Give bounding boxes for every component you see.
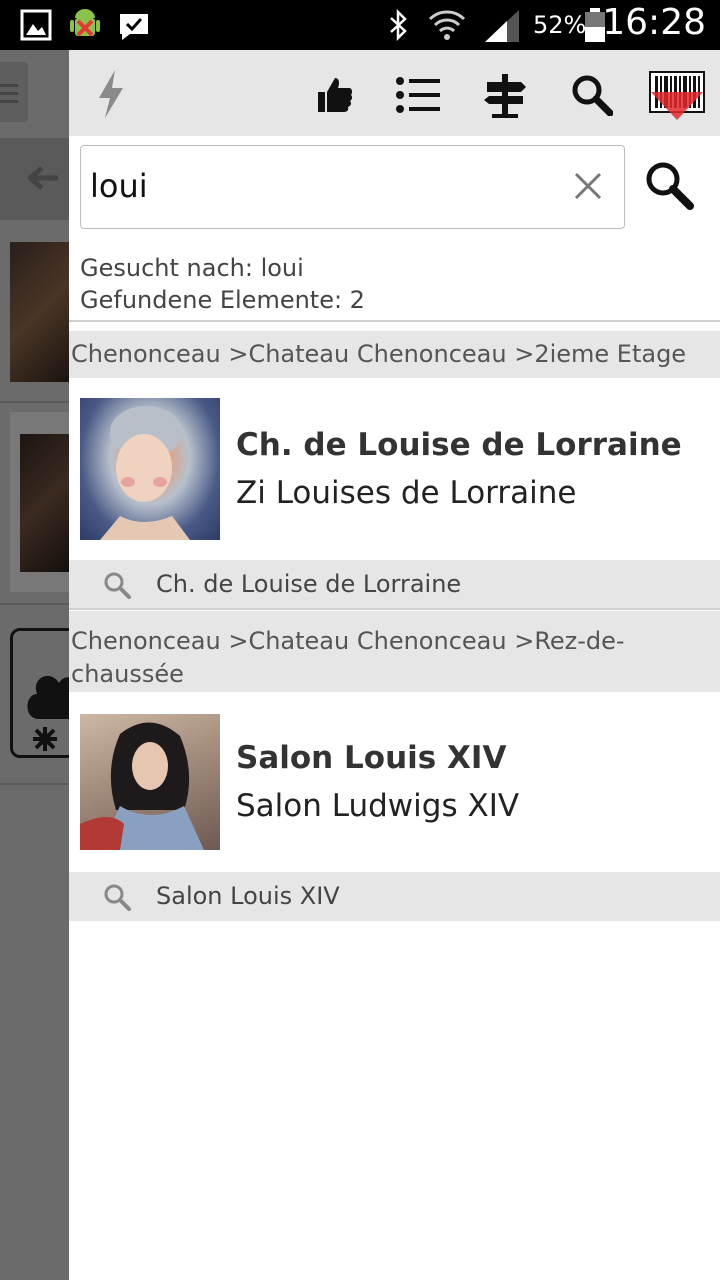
android-debug-icon (67, 6, 103, 48)
result-search-label: Ch. de Louise de Lorraine (156, 570, 462, 598)
wifi-icon (427, 7, 467, 47)
gallery-icon (20, 9, 52, 45)
search-icon (103, 571, 131, 603)
search-icon[interactable] (571, 74, 614, 120)
result-title: Salon Louis XIV (236, 740, 507, 776)
divider (69, 608, 720, 610)
found-items-count: Gefundene Elemente: 2 (80, 286, 365, 314)
status-bar: 52% 16:28 (0, 0, 720, 50)
result-thumbnail (80, 398, 220, 540)
list-icon[interactable] (395, 76, 441, 118)
result-subtitle: Salon Ludwigs XIV (236, 788, 520, 824)
result-subtitle: Zi Louises de Lorraine (236, 475, 577, 511)
result-item[interactable]: Ch. de Louise de Lorraine Zi Louises de … (69, 380, 720, 558)
searched-for-label: Gesucht nach: loui (80, 254, 304, 282)
result-item[interactable]: Salon Louis XIV Salon Ludwigs XIV (69, 692, 720, 870)
divider (69, 320, 720, 322)
background-thumbnail (10, 242, 69, 382)
thumbs-up-icon[interactable] (312, 74, 354, 120)
result-search-row[interactable]: Ch. de Louise de Lorraine (69, 560, 720, 609)
result-search-label: Salon Louis XIV (156, 882, 340, 910)
result-search-row[interactable]: Salon Louis XIV (69, 872, 720, 921)
battery-percentage: 52% (533, 11, 587, 39)
background-thumbnail (20, 434, 69, 572)
signal-icon (483, 8, 521, 48)
check-bubble-icon (116, 8, 152, 46)
flash-icon[interactable] (95, 68, 127, 124)
result-title: Ch. de Louise de Lorraine (236, 427, 682, 463)
toolbar (69, 50, 720, 136)
back-arrow-icon (26, 166, 60, 196)
signpost-icon[interactable] (483, 72, 527, 122)
breadcrumb: Chenonceau >Chateau Chenonceau >Rez-de-c… (69, 611, 720, 692)
background-screen-overlay[interactable] (0, 50, 69, 1280)
search-field[interactable] (80, 145, 625, 229)
flower-logo-icon (10, 628, 69, 758)
clock: 16:28 (602, 2, 706, 43)
breadcrumb: Chenonceau >Chateau Chenonceau >2ieme Et… (69, 331, 720, 378)
search-submit-icon[interactable] (644, 160, 694, 214)
search-icon (103, 883, 131, 915)
result-thumbnail (80, 714, 220, 850)
search-drawer: Gesucht nach: loui Gefundene Elemente: 2… (69, 50, 720, 1280)
barcode-scanner-icon[interactable] (649, 70, 705, 126)
menu-icon (0, 62, 28, 122)
search-input[interactable] (90, 162, 560, 210)
bluetooth-icon (387, 8, 411, 45)
clear-icon[interactable] (574, 172, 602, 204)
